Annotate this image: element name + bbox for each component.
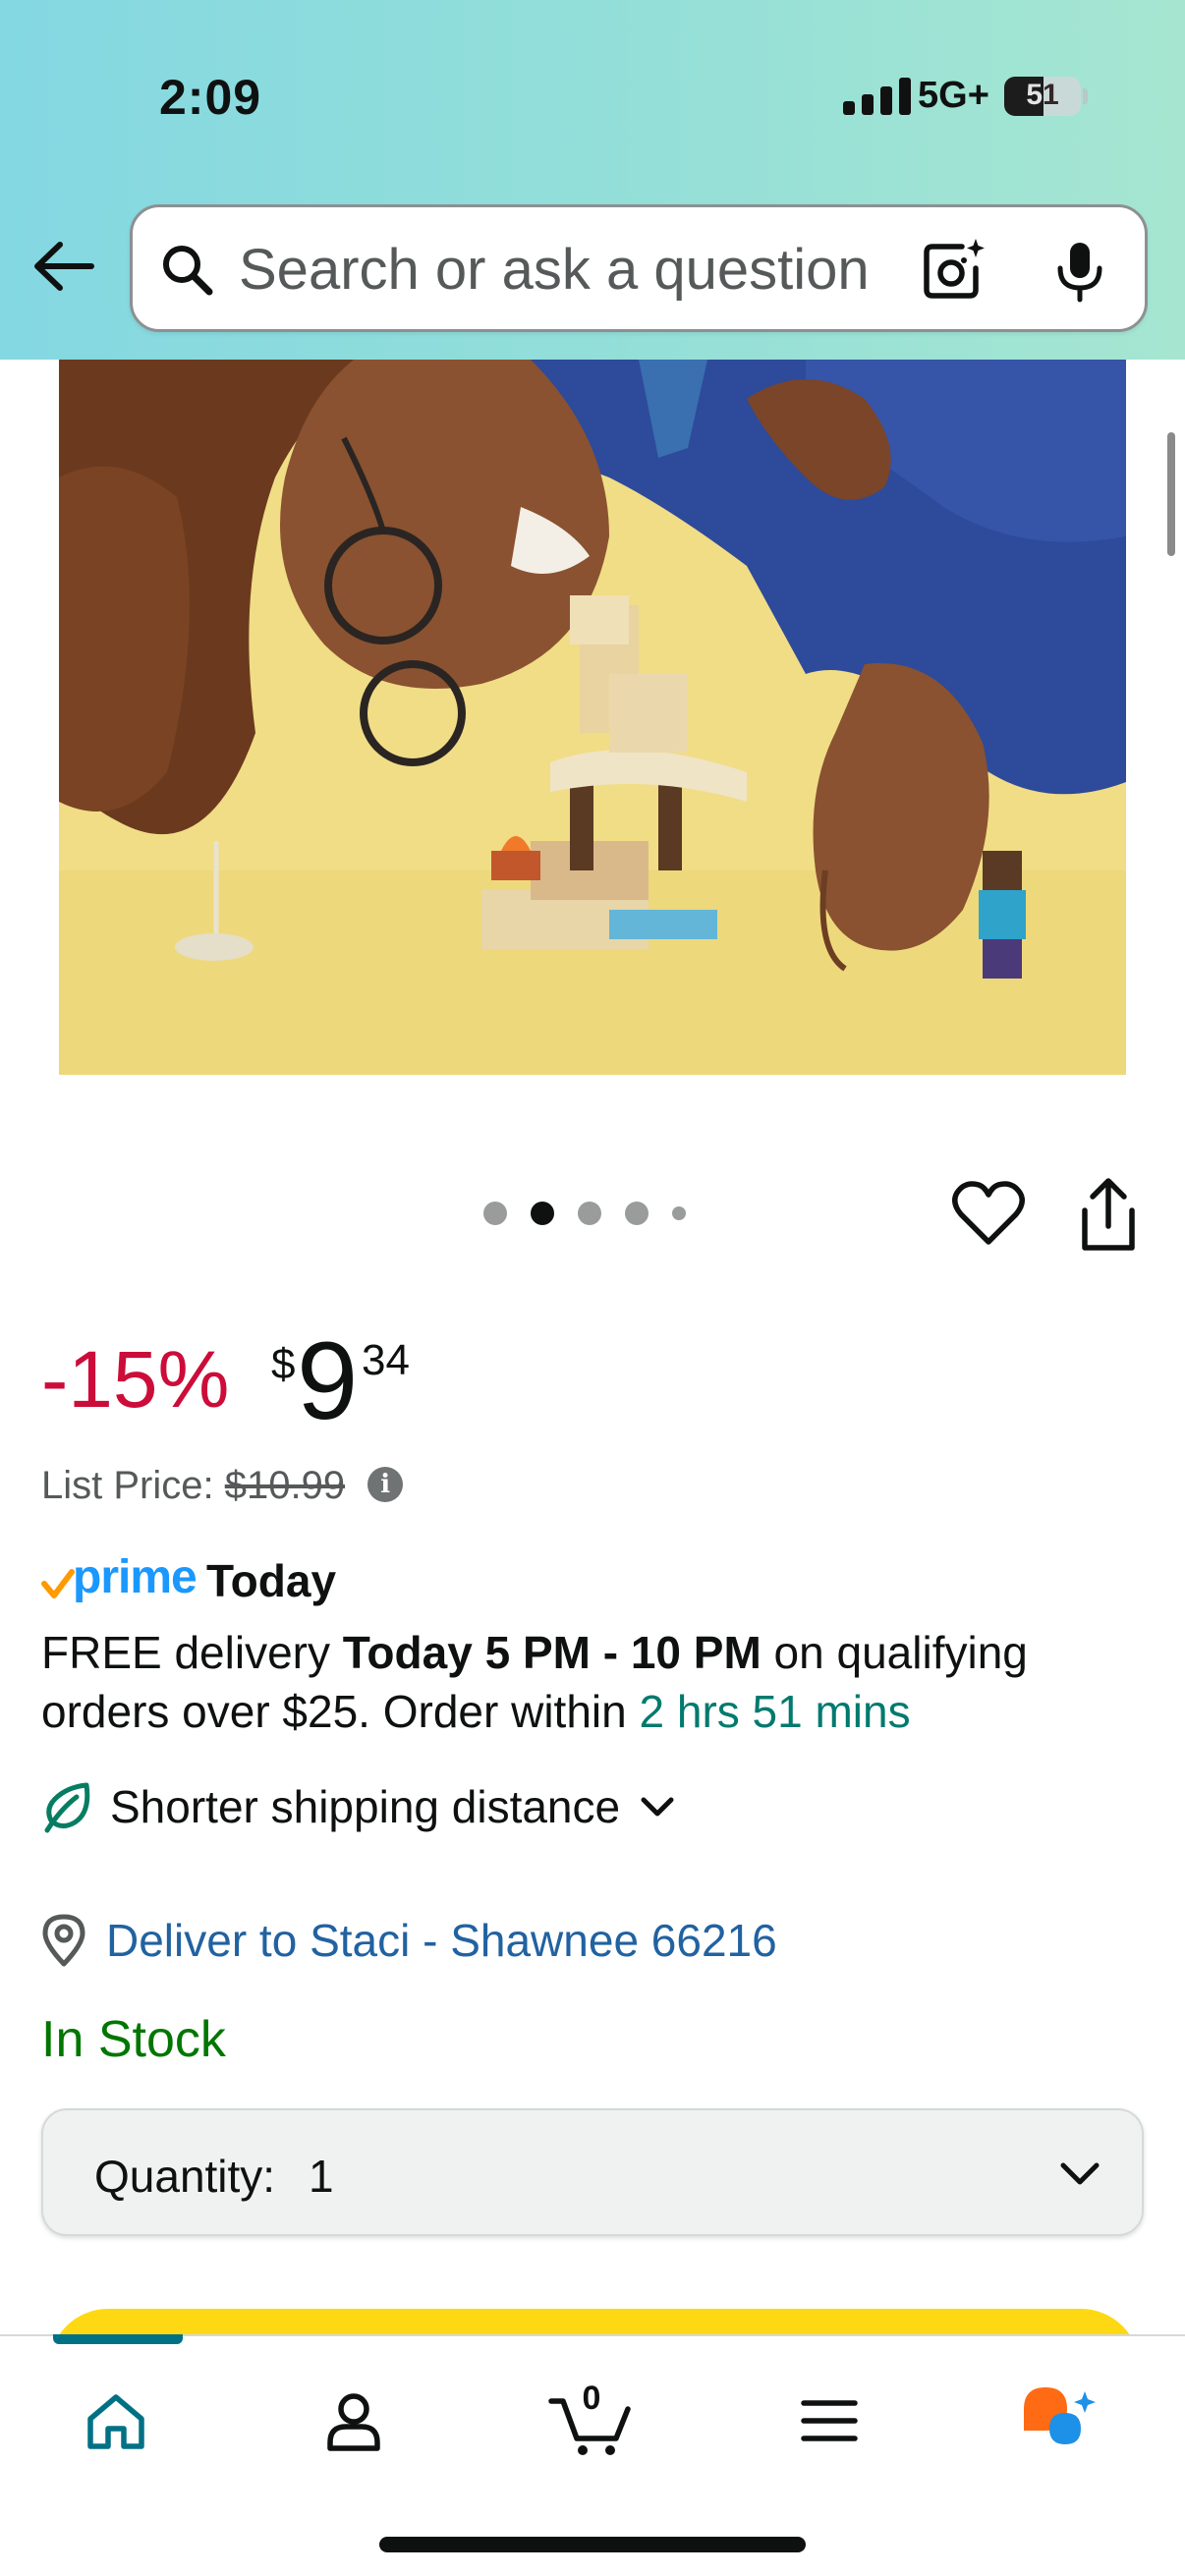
prime-check-icon: [41, 1569, 75, 1598]
tab-home[interactable]: [67, 2372, 165, 2470]
carousel-dot[interactable]: [672, 1206, 686, 1220]
leaf-icon: [44, 1782, 90, 1833]
heart-icon[interactable]: [951, 1177, 1026, 1252]
back-arrow-icon: [34, 242, 94, 291]
delivery-prefix: FREE delivery: [41, 1627, 343, 1678]
rufus-chat-icon: [1024, 2387, 1096, 2444]
network-type: 5G+: [918, 75, 989, 116]
price-whole: 9: [297, 1319, 359, 1442]
deliver-to-link[interactable]: Deliver to Staci - Shawnee 66216: [106, 1914, 777, 1967]
cart-count-badge: 0: [582, 2380, 601, 2417]
search-icon[interactable]: [158, 241, 217, 300]
share-icon[interactable]: [1073, 1175, 1144, 1254]
menu-icon: [801, 2400, 858, 2441]
home-indicator-bar[interactable]: [379, 2537, 806, 2552]
product-photo-illustration: [59, 360, 1126, 1075]
discount-percent: -15%: [41, 1335, 230, 1425]
battery-percent: 51: [1026, 79, 1059, 111]
tab-rufus[interactable]: [1012, 2372, 1110, 2470]
price-currency: $: [271, 1340, 296, 1388]
carousel-dot-active[interactable]: [531, 1202, 554, 1225]
carousel-dot[interactable]: [625, 1202, 649, 1225]
image-carousel-dots: [483, 1201, 686, 1226]
delivery-window: Today 5 PM - 10 PM: [342, 1627, 762, 1678]
product-image[interactable]: [59, 360, 1126, 1075]
carousel-dot[interactable]: [578, 1202, 601, 1225]
active-tab-indicator: [53, 2334, 183, 2344]
stock-status: In Stock: [41, 2011, 226, 2068]
battery-icon: 51: [1004, 77, 1081, 116]
quantity-value: 1: [309, 2151, 334, 2202]
back-button[interactable]: [29, 232, 98, 301]
info-icon[interactable]: i: [367, 1467, 404, 1503]
prime-logo-text: prime: [73, 1551, 198, 1603]
delivery-countdown: 2 hrs 51 mins: [639, 1686, 911, 1737]
tab-menu[interactable]: [780, 2372, 878, 2470]
tab-account[interactable]: [305, 2372, 403, 2470]
cellular-signal-icon: [843, 78, 914, 115]
chevron-down-icon: [1060, 2162, 1100, 2185]
chevron-down-icon: [641, 1797, 674, 1817]
tab-cart[interactable]: 0: [542, 2372, 641, 2470]
camera-lens-icon[interactable]: [919, 235, 988, 304]
price-fraction: 34: [362, 1336, 410, 1384]
location-pin-icon: [42, 1914, 85, 1967]
carousel-dot[interactable]: [483, 1202, 507, 1225]
home-icon: [87, 2394, 144, 2449]
shipping-distance-label: Shorter shipping distance: [110, 1781, 621, 1832]
search-bar[interactable]: [130, 204, 1148, 332]
shipping-distance-toggle[interactable]: Shorter shipping distance: [41, 1772, 677, 1841]
deliver-to-location[interactable]: Deliver to Staci - Shawnee 66216: [41, 1908, 777, 1973]
delivery-message: FREE delivery Today 5 PM - 10 PM on qual…: [41, 1623, 1142, 1741]
battery-cap: [1083, 88, 1088, 104]
microphone-icon[interactable]: [1050, 239, 1109, 304]
list-price-value: $10.99: [224, 1464, 346, 1507]
list-price: List Price: $10.99 i: [41, 1464, 404, 1508]
account-icon: [327, 2393, 380, 2451]
page-scrollbar[interactable]: [1167, 432, 1175, 556]
status-time: 2:09: [159, 70, 262, 125]
quantity-select[interactable]: Quantity: 1: [41, 2108, 1144, 2236]
app-header: 2:09 5G+ 51: [0, 0, 1185, 360]
prime-today-label: Today: [206, 1555, 337, 1606]
list-price-label: List Price:: [41, 1464, 214, 1507]
quantity-label: Quantity:: [94, 2151, 276, 2202]
